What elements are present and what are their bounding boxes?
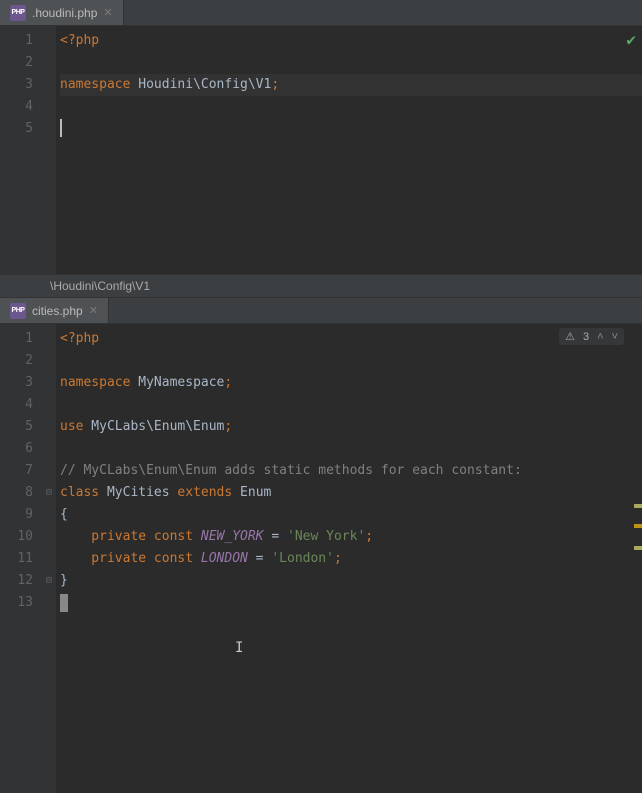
editor-top[interactable]: 12345 <?php namespace Houdini\Config\V1;… bbox=[0, 26, 642, 274]
tab-cities-php[interactable]: PHP cities.php ✕ bbox=[0, 298, 109, 323]
tab-bar-top: PHP .houdini.php ✕ bbox=[0, 0, 642, 26]
php-file-icon: PHP bbox=[10, 303, 26, 319]
close-icon[interactable]: ✕ bbox=[103, 6, 112, 19]
editor-bottom[interactable]: 12345678910111213 ⊟⊟ <?php namespace MyN… bbox=[0, 324, 642, 793]
fold-toggle-icon[interactable]: ⊟ bbox=[42, 482, 56, 504]
gutter-top: 12345 bbox=[0, 26, 42, 274]
caret bbox=[60, 119, 62, 137]
chevron-up-icon[interactable]: ˄ bbox=[597, 331, 603, 343]
fold-end-icon[interactable]: ⊟ bbox=[42, 570, 56, 592]
code-area-bottom[interactable]: <?php namespace MyNamespace; use MyCLabs… bbox=[56, 324, 642, 793]
code-area-top[interactable]: <?php namespace Houdini\Config\V1; bbox=[56, 26, 642, 274]
breadcrumb-text: \Houdini\Config\V1 bbox=[50, 279, 150, 293]
fold-gutter-top bbox=[42, 26, 56, 274]
chevron-down-icon[interactable]: ˅ bbox=[612, 331, 618, 343]
tab-filename: .houdini.php bbox=[32, 6, 97, 20]
warning-count: 3 bbox=[583, 331, 589, 343]
inspection-widget[interactable]: ⚠ 3 ˄ ˅ bbox=[559, 328, 624, 345]
warning-icon: ⚠ bbox=[565, 330, 575, 343]
fold-gutter-bottom[interactable]: ⊟⊟ bbox=[42, 324, 56, 793]
inspection-ok-icon[interactable]: ✔ bbox=[626, 30, 636, 49]
breadcrumb[interactable]: \Houdini\Config\V1 bbox=[0, 274, 642, 298]
tab-houdini-php[interactable]: PHP .houdini.php ✕ bbox=[0, 0, 124, 25]
caret-block bbox=[60, 594, 68, 612]
close-icon[interactable]: ✕ bbox=[89, 304, 98, 317]
php-file-icon: PHP bbox=[10, 5, 26, 21]
tab-bar-bottom: PHP cities.php ✕ bbox=[0, 298, 642, 324]
gutter-bottom: 12345678910111213 bbox=[0, 324, 42, 793]
tab-filename: cities.php bbox=[32, 304, 83, 318]
php-open-tag: <?php bbox=[60, 33, 99, 48]
